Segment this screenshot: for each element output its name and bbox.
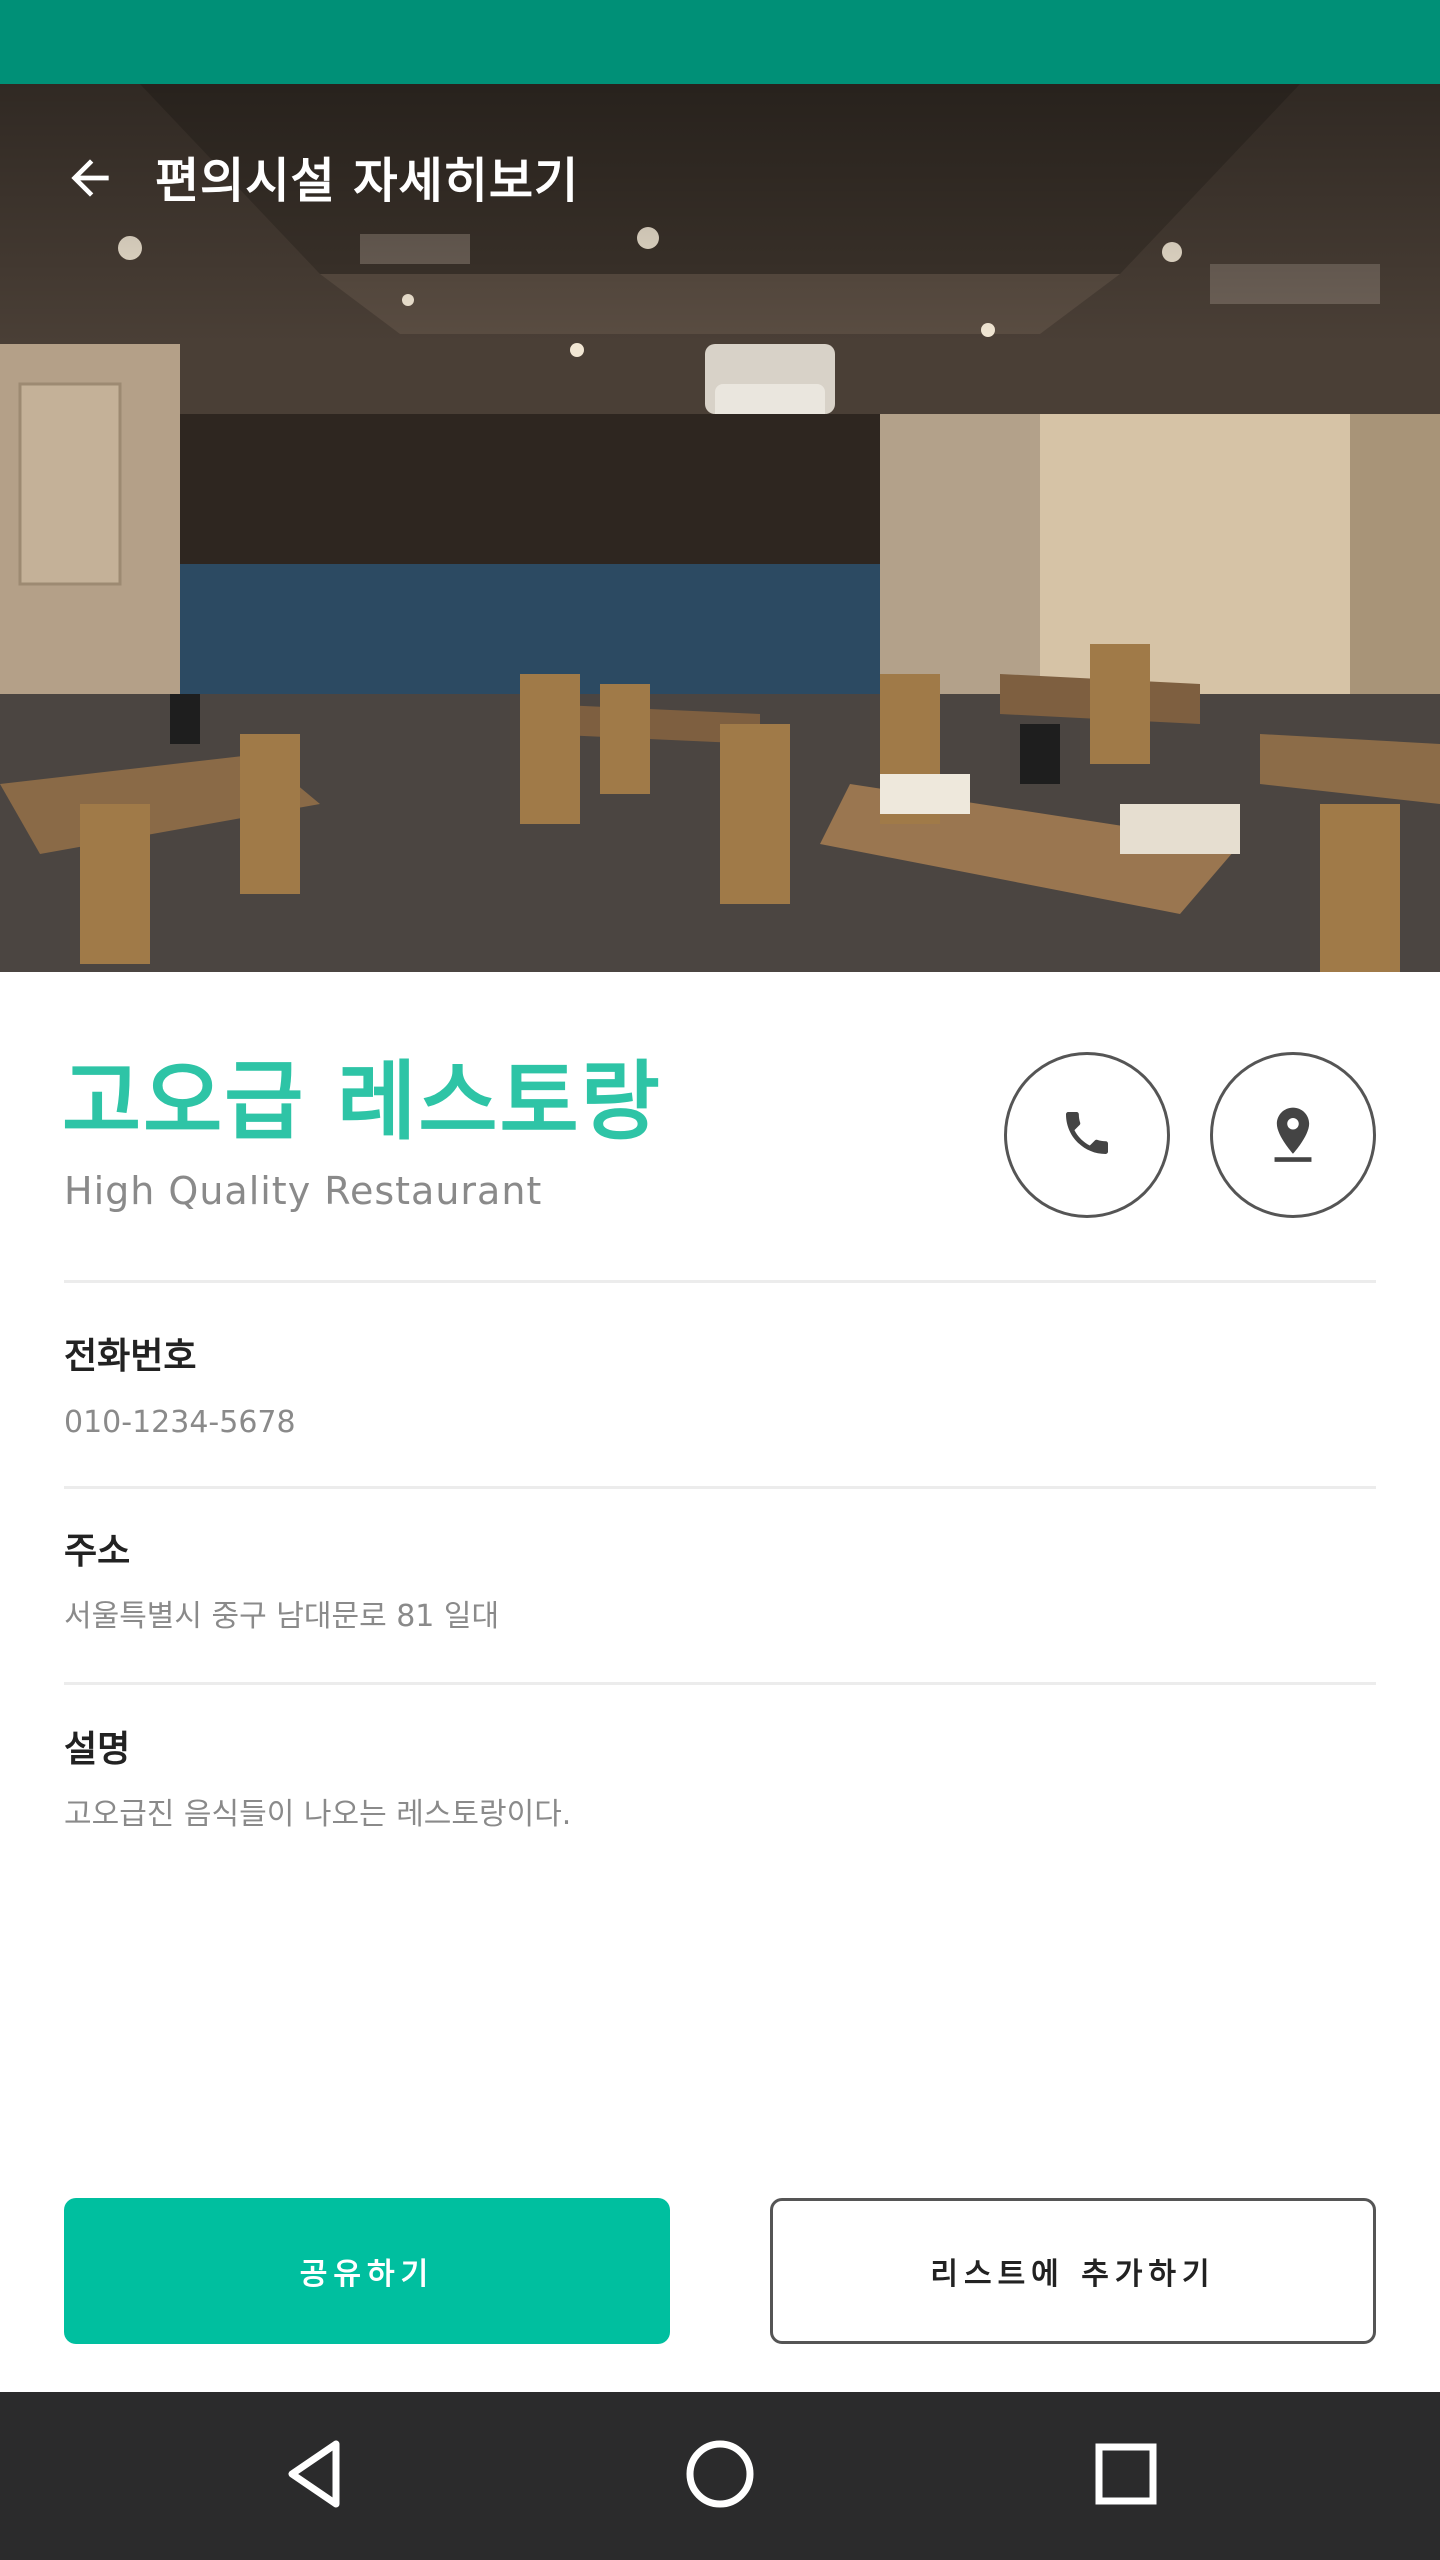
back-button[interactable] — [58, 148, 122, 212]
nav-home-button[interactable] — [672, 2428, 768, 2524]
address-label: 주소 — [64, 1531, 131, 1572]
address-value: 서울특별시 중구 남대문로 81 일대 — [64, 1599, 500, 1634]
square-recents-icon — [1094, 2442, 1158, 2510]
nav-back-button[interactable] — [268, 2428, 364, 2524]
location-pin-icon — [1265, 1103, 1321, 1167]
facility-name: 고오급 레스토랑 — [62, 1052, 662, 1152]
phone-icon — [1059, 1105, 1115, 1165]
triangle-back-icon — [284, 2438, 348, 2514]
nav-recents-button[interactable] — [1078, 2428, 1174, 2524]
description-label: 설명 — [64, 1729, 131, 1770]
divider — [64, 1486, 1376, 1489]
call-button[interactable] — [1004, 1052, 1170, 1218]
facility-name-english: High Quality Restaurant — [64, 1169, 543, 1213]
phone-label: 전화번호 — [64, 1336, 197, 1377]
divider — [64, 1280, 1376, 1283]
divider — [64, 1682, 1376, 1685]
location-button[interactable] — [1210, 1052, 1376, 1218]
facility-photo — [0, 84, 1440, 972]
hero-gradient — [0, 84, 1440, 344]
status-bar — [0, 0, 1440, 84]
share-button[interactable]: 공유하기 — [64, 2198, 670, 2344]
description-value: 고오급진 음식들이 나오는 레스토랑이다. — [64, 1797, 572, 1832]
add-to-list-button[interactable]: 리스트에 추가하기 — [770, 2198, 1376, 2344]
circle-home-icon — [684, 2438, 756, 2514]
arrow-left-icon — [62, 150, 118, 210]
phone-value: 010-1234-5678 — [64, 1405, 296, 1440]
page-title: 편의시설 자세히보기 — [155, 153, 580, 209]
system-navigation-bar — [0, 2392, 1440, 2560]
